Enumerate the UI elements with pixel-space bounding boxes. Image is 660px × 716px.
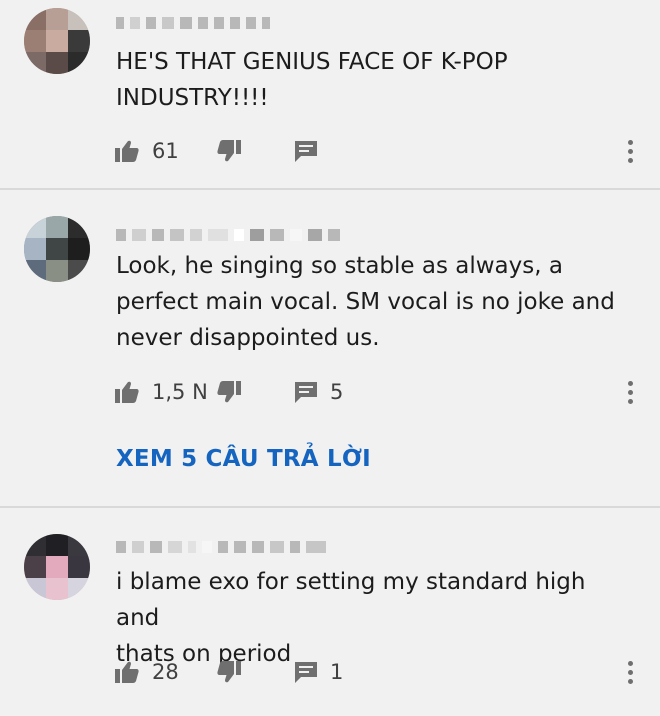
comment-actions: 1,5 N 5: [114, 376, 634, 408]
avatar[interactable]: [24, 8, 90, 74]
thumbs-up-icon: [114, 380, 140, 404]
dislike-button[interactable]: [216, 135, 242, 167]
reply-count: 1: [330, 660, 344, 684]
like-button[interactable]: 1,5 N: [114, 376, 208, 408]
reply-comment-icon: [294, 380, 318, 404]
thumbs-down-icon: [216, 139, 242, 163]
dislike-button[interactable]: [216, 376, 242, 408]
more-options-button[interactable]: [620, 656, 640, 688]
reply-button[interactable]: 5: [294, 376, 343, 408]
reply-comment-icon: [294, 139, 318, 163]
thumbs-down-icon: [216, 660, 242, 684]
author-name-blurred: [116, 540, 326, 554]
author-name-blurred: [116, 16, 270, 30]
comment-text: Look, he singing so stable as always, a …: [116, 253, 615, 351]
reply-count: 5: [330, 380, 344, 404]
more-options-button[interactable]: [620, 376, 640, 408]
like-button[interactable]: 61: [114, 135, 179, 167]
reply-button[interactable]: 1: [294, 656, 343, 688]
like-button[interactable]: 28: [114, 656, 179, 688]
avatar[interactable]: [24, 534, 90, 600]
like-count: 28: [152, 660, 179, 684]
thumbs-up-icon: [114, 139, 140, 163]
more-options-button[interactable]: [620, 135, 640, 167]
more-vertical-icon: [627, 660, 633, 666]
comment-actions: 61: [114, 135, 634, 167]
thumbs-down-icon: [216, 380, 242, 404]
more-vertical-icon: [627, 139, 633, 145]
comment-3: i blame exo for setting my standard high…: [0, 508, 660, 716]
author-name-blurred: [116, 228, 340, 242]
comment-2: Look, he singing so stable as always, a …: [0, 190, 660, 506]
like-count: 61: [152, 139, 179, 163]
comment-1: HE'S THAT GENIUS FACE OF K-POP INDUSTRY!…: [0, 0, 660, 188]
dislike-button[interactable]: [216, 656, 242, 688]
comment-text: HE'S THAT GENIUS FACE OF K-POP INDUSTRY!…: [116, 49, 508, 111]
reply-comment-icon: [294, 660, 318, 684]
view-replies-link[interactable]: XEM 5 CÂU TRẢ LỜI: [116, 446, 371, 472]
like-count: 1,5 N: [152, 380, 208, 404]
comment-actions: 28 1: [114, 656, 634, 688]
reply-button[interactable]: [294, 135, 318, 167]
thumbs-up-icon: [114, 660, 140, 684]
avatar[interactable]: [24, 216, 90, 282]
more-vertical-icon: [627, 380, 633, 386]
